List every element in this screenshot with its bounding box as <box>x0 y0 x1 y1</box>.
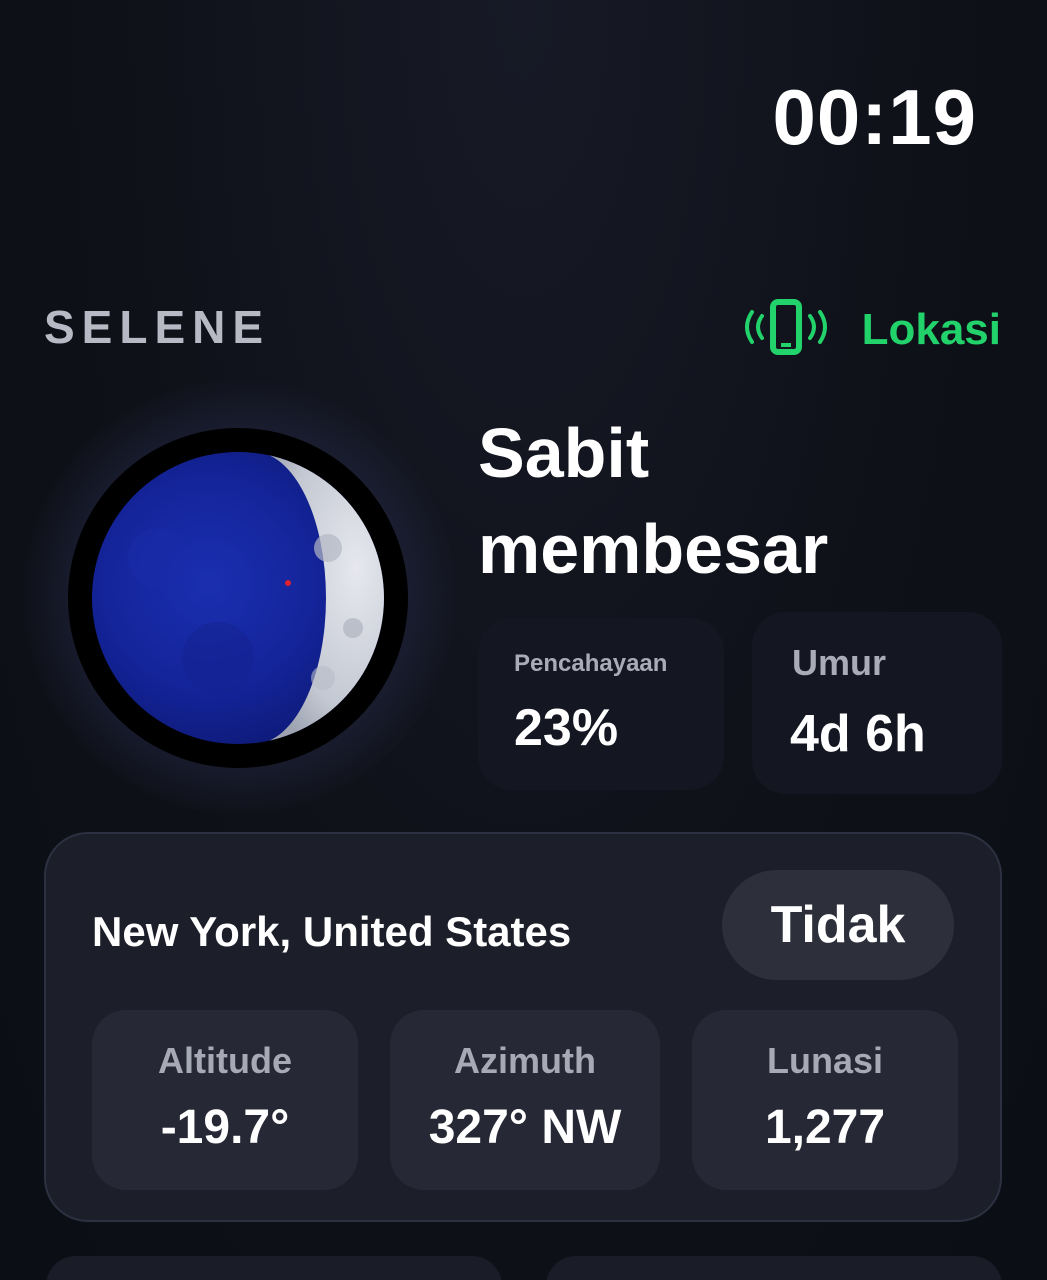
illumination-value: 23% <box>514 699 619 757</box>
metric-value: 1,277 <box>764 1101 886 1154</box>
phone-vibrate-icon <box>740 298 832 362</box>
bottom-card-right[interactable] <box>546 1256 1002 1280</box>
location-button[interactable]: Lokasi <box>740 298 1001 362</box>
age-value: 4d 6h <box>790 705 926 763</box>
moon-marker <box>285 580 291 586</box>
metric-value: 327° NW <box>428 1101 622 1154</box>
status-time: 00:19 <box>772 73 977 161</box>
lunation-card: Lunasi 1,277 <box>692 1010 958 1190</box>
app-screen: 00:19 SELENE Lokasi Sabit membesar Penca… <box>0 0 1047 1280</box>
illumination-label: Pencahayaan <box>514 650 668 677</box>
age-card: Umur 4d 6h <box>752 612 1002 794</box>
location-name: New York, United States <box>92 908 572 955</box>
age-label: Umur <box>792 642 887 683</box>
illumination-card: Pencahayaan 23% <box>478 618 724 790</box>
metric-label: Altitude <box>158 1040 292 1081</box>
metric-label: Lunasi <box>766 1040 883 1081</box>
metric-value: -19.7° <box>160 1101 290 1154</box>
altitude-card: Altitude -19.7° <box>92 1010 358 1190</box>
metric-label: Azimuth <box>454 1040 596 1081</box>
visibility-toggle-button[interactable]: Tidak <box>722 870 954 980</box>
moon-phase-name: Sabit membesar <box>478 414 829 588</box>
observer-panel: New York, United States Tidak Altitude -… <box>44 832 1002 1222</box>
moon-phase-image <box>68 428 408 768</box>
app-brand: SELENE <box>44 301 271 353</box>
bottom-card-left[interactable] <box>46 1256 502 1280</box>
location-label: Lokasi <box>861 305 1001 354</box>
azimuth-card: Azimuth 327° NW <box>390 1010 660 1190</box>
